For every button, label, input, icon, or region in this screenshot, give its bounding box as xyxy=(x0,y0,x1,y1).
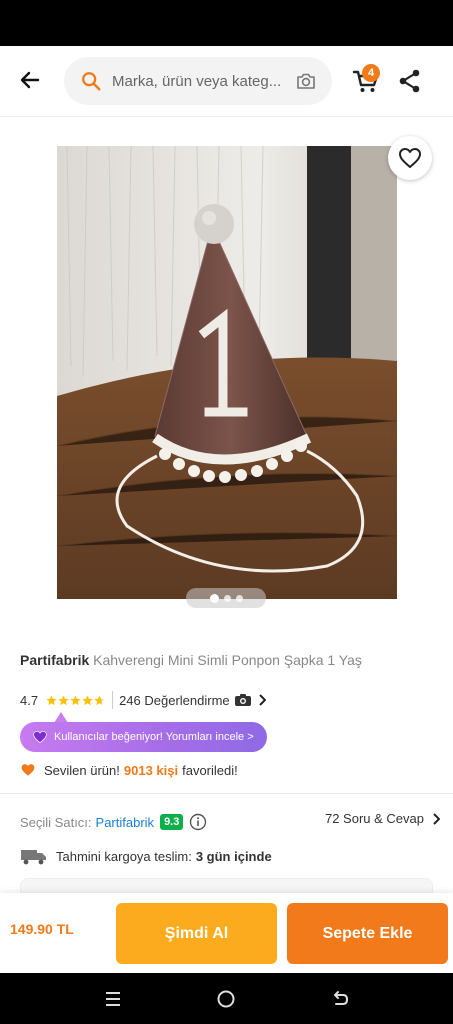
pager-dot-1[interactable] xyxy=(209,593,219,603)
rating-stars xyxy=(46,694,106,706)
shipping-value: 3 gün içinde xyxy=(195,848,272,864)
heart-icon xyxy=(399,148,421,168)
camera-icon[interactable] xyxy=(294,69,318,93)
star-icon xyxy=(58,694,69,705)
favorites-count: 9013 kişi xyxy=(123,762,179,778)
share-icon[interactable] xyxy=(398,68,422,94)
app-bar: 4 xyxy=(0,46,453,116)
qa-link[interactable]: 72 Soru & Cevap xyxy=(325,811,440,826)
chevron-right-icon xyxy=(433,812,440,825)
star-icon xyxy=(46,694,57,705)
product-brand[interactable]: Partifabrik xyxy=(20,652,89,668)
star-half-icon xyxy=(94,694,105,705)
photo-icon xyxy=(234,694,251,706)
seller-score-badge: 9.3 xyxy=(160,814,184,830)
rating-divider xyxy=(112,691,114,709)
favorites-line: Sevilen ürün! 9013 kişi favoriledi! xyxy=(20,760,238,780)
cart-count-badge: 4 xyxy=(362,64,380,82)
home-icon[interactable] xyxy=(214,987,238,1011)
bottom-action-bar: 149.90 TL Şimdi Al Sepete Ekle xyxy=(0,893,453,973)
rating-value: 4.7 xyxy=(20,692,39,708)
menu-icon[interactable] xyxy=(101,987,125,1011)
star-icon xyxy=(70,694,81,705)
qa-label: 72 Soru & Cevap xyxy=(324,811,424,826)
purple-heart-icon xyxy=(33,730,47,744)
section-divider xyxy=(0,793,453,794)
product-name: Kahverengi Mini Simli Ponpon Şapka 1 Yaş xyxy=(93,652,362,668)
buy-now-button[interactable]: Şimdi Al xyxy=(116,903,277,964)
seller-name-link[interactable]: Partifabrik xyxy=(96,815,155,830)
back-arrow-icon xyxy=(20,71,40,89)
seller-row: Seçili Satıcı: Partifabrik 9.3 72 Soru &… xyxy=(20,811,440,833)
gallery-pager xyxy=(186,588,266,608)
reviews-promo-pill[interactable]: Kullanıcılar beğeniyor! Yorumları incele… xyxy=(20,722,267,752)
pager-dot-2[interactable] xyxy=(223,594,231,602)
system-nav-bar xyxy=(0,973,453,1024)
back-icon[interactable] xyxy=(328,987,352,1011)
status-bar xyxy=(0,0,453,46)
favorite-button[interactable] xyxy=(388,136,432,180)
seller-label: Seçili Satıcı: xyxy=(20,814,92,830)
shipping-label: Tahmini kargoya teslim: xyxy=(56,848,192,864)
info-icon[interactable] xyxy=(189,813,207,831)
favorites-suffix: favoriledi! xyxy=(182,762,238,778)
rating-row[interactable]: 4.7 246 Değerlendirme xyxy=(20,690,266,710)
product-title: Partifabrik Kahverengi Mini Simli Ponpon… xyxy=(20,651,440,669)
back-button[interactable] xyxy=(14,64,46,96)
truck-icon xyxy=(21,850,46,865)
pager-dot-3[interactable] xyxy=(235,594,243,602)
search-input[interactable] xyxy=(112,72,282,90)
star-icon xyxy=(82,694,93,705)
price: 149.90 TL xyxy=(10,921,74,937)
pill-label: Kullanıcılar beğeniyor! Yorumları incele… xyxy=(54,731,254,743)
search-box[interactable] xyxy=(64,57,332,105)
orange-heart-icon xyxy=(21,764,35,776)
add-to-cart-button[interactable]: Sepete Ekle xyxy=(287,903,448,964)
review-count: 246 Değerlendirme xyxy=(119,692,230,708)
chevron-right-icon xyxy=(258,694,266,706)
product-image[interactable] xyxy=(57,146,397,599)
search-icon xyxy=(82,72,101,91)
reviews-link[interactable]: 246 Değerlendirme xyxy=(119,693,266,708)
shipping-info: Tahmini kargoya teslim: 3 gün içinde xyxy=(20,845,272,867)
party-hat-photo xyxy=(57,146,397,599)
header-divider xyxy=(0,116,453,117)
favorites-prefix: Sevilen ürün! xyxy=(44,762,120,778)
